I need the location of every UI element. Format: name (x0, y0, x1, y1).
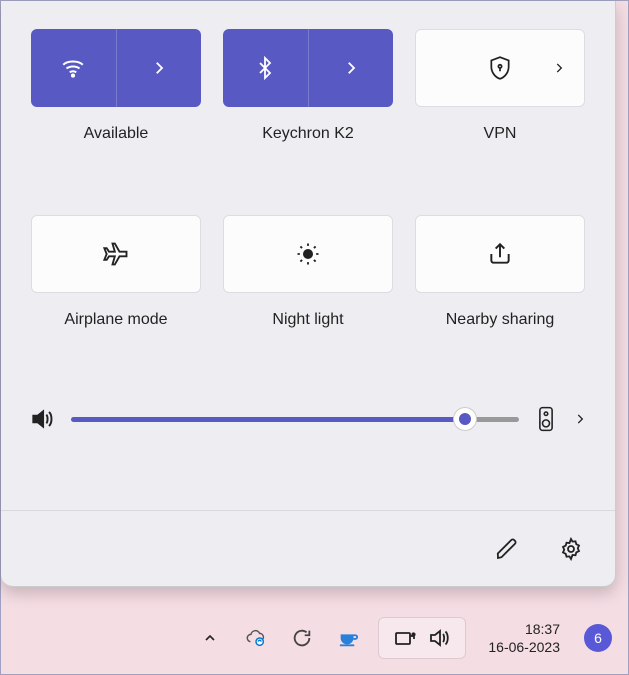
bluetooth-icon (253, 56, 277, 80)
sync-icon (291, 627, 313, 649)
time-text: 18:37 (488, 620, 560, 638)
gear-icon (559, 537, 583, 561)
notification-badge[interactable]: 6 (584, 624, 612, 652)
system-tray: 18:37 16-06-2023 6 (194, 617, 612, 659)
nightlight-tile-wrap: Night light (221, 215, 395, 329)
volume-slider[interactable] (71, 417, 519, 422)
chevron-up-icon (202, 630, 218, 646)
speaker-icon (427, 626, 451, 650)
network-icon (393, 626, 417, 650)
nearby-tile[interactable] (415, 215, 585, 293)
nightlight-tile[interactable] (223, 215, 393, 293)
bluetooth-tile-wrap: Keychron K2 (221, 29, 395, 143)
shield-lock-icon (487, 55, 513, 81)
airplane-label: Airplane mode (64, 311, 167, 329)
wifi-toggle[interactable] (31, 29, 116, 107)
speaker-icon (29, 406, 55, 432)
bluetooth-toggle[interactable] (223, 29, 308, 107)
vpn-tile-wrap: VPN (413, 29, 587, 143)
wifi-icon (60, 55, 86, 81)
vpn-tile[interactable] (415, 29, 585, 107)
share-icon (487, 241, 513, 267)
chevron-right-icon (342, 59, 360, 77)
airplane-tile-wrap: Airplane mode (29, 215, 203, 329)
nearby-tile-wrap: Nearby sharing (413, 215, 587, 329)
edit-button[interactable] (487, 529, 527, 569)
onedrive-tray-icon[interactable] (240, 622, 272, 654)
cup-icon (337, 627, 359, 649)
volume-slider-row (1, 399, 615, 439)
panel-footer (1, 510, 615, 586)
taskbar: 18:37 16-06-2023 6 (1, 602, 628, 674)
output-device-icon[interactable] (535, 399, 557, 439)
tiles-row-2: Airplane mode Night light (1, 187, 615, 329)
nightlight-label: Night light (272, 311, 343, 329)
airplane-tile[interactable] (31, 215, 201, 293)
volume-slider-thumb[interactable] (454, 408, 476, 430)
tiles-row-1: Available Keychron K2 (1, 1, 615, 143)
wifi-expand[interactable] (117, 29, 202, 107)
wifi-label: Available (84, 125, 149, 143)
settings-button[interactable] (551, 529, 591, 569)
chevron-right-icon[interactable] (573, 412, 587, 426)
tray-overflow[interactable] (194, 622, 226, 654)
brightness-icon (294, 240, 322, 268)
bluetooth-expand[interactable] (309, 29, 394, 107)
network-sound-tray[interactable] (378, 617, 466, 659)
chevron-right-icon (552, 61, 566, 75)
chevron-right-icon (150, 59, 168, 77)
airplane-icon (102, 240, 130, 268)
bluetooth-label: Keychron K2 (262, 125, 354, 143)
cloud-sync-icon (245, 627, 267, 649)
wifi-tile[interactable] (31, 29, 201, 107)
wifi-tile-wrap: Available (29, 29, 203, 143)
windows-update-tray-icon[interactable] (286, 622, 318, 654)
vpn-label: VPN (484, 125, 517, 143)
nearby-label: Nearby sharing (446, 311, 555, 329)
quick-settings-panel: Available Keychron K2 (1, 1, 616, 587)
notification-count: 6 (594, 630, 602, 646)
date-text: 16-06-2023 (488, 638, 560, 656)
clock[interactable]: 18:37 16-06-2023 (488, 620, 560, 656)
app-tray-icon[interactable] (332, 622, 364, 654)
bluetooth-tile[interactable] (223, 29, 393, 107)
pencil-icon (495, 537, 519, 561)
